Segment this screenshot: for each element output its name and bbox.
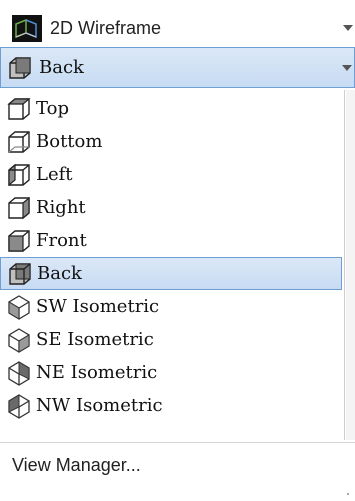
view-item-label: SE Isometric <box>36 329 154 350</box>
view-manager-button[interactable]: View Manager... <box>12 455 141 476</box>
wireframe-2d-icon <box>12 14 42 42</box>
view-item-ne-isometric[interactable]: NE Isometric <box>0 356 342 389</box>
view-item-label: NE Isometric <box>36 362 158 383</box>
view-item-sw-isometric[interactable]: SW Isometric <box>0 290 342 323</box>
view-left-cube-icon <box>6 162 32 188</box>
chevron-down-icon[interactable] <box>343 25 353 31</box>
view-item-nw-isometric[interactable]: NW Isometric <box>0 389 342 422</box>
chevron-down-icon[interactable] <box>342 64 352 71</box>
visual-style-combo[interactable]: 2D Wireframe <box>0 8 355 48</box>
view-item-label: Bottom <box>36 131 103 152</box>
view-item-back[interactable]: Back <box>0 257 342 290</box>
view-top-cube-icon <box>6 96 32 122</box>
current-view-label: Back <box>39 57 84 78</box>
view-item-label: NW Isometric <box>36 395 163 416</box>
view-item-label: Back <box>37 263 82 284</box>
sw-isometric-icon <box>6 294 32 320</box>
view-item-label: Top <box>36 98 69 119</box>
se-isometric-icon <box>6 327 32 353</box>
divider <box>0 442 355 443</box>
current-view-combo[interactable]: Back <box>0 47 355 88</box>
view-item-right[interactable]: Right <box>0 191 342 224</box>
view-item-left[interactable]: Left <box>0 158 342 191</box>
view-item-label: Left <box>36 164 73 185</box>
view-item-label: Front <box>36 230 87 251</box>
view-item-front[interactable]: Front <box>0 224 342 257</box>
view-right-cube-icon <box>6 195 32 221</box>
view-back-cube-icon <box>7 55 33 81</box>
view-front-cube-icon <box>6 228 32 254</box>
view-item-bottom[interactable]: Bottom <box>0 125 342 158</box>
view-back-cube-icon <box>7 261 33 287</box>
ne-isometric-icon <box>6 360 32 386</box>
view-item-top[interactable]: Top <box>0 92 342 125</box>
visual-style-label: 2D Wireframe <box>50 17 162 38</box>
nw-isometric-icon <box>6 393 32 419</box>
view-list: Top Bottom Left Right Front Back SW Isom… <box>0 90 345 440</box>
list-scrollbar[interactable] <box>346 90 355 440</box>
view-bottom-cube-icon <box>6 129 32 155</box>
view-item-se-isometric[interactable]: SE Isometric <box>0 323 342 356</box>
view-dropdown-panel: 2D Wireframe Back Top Bottom Left Right … <box>0 0 355 501</box>
view-item-label: SW Isometric <box>36 296 160 317</box>
view-item-label: Right <box>36 197 86 218</box>
resize-grip[interactable] <box>347 493 349 495</box>
